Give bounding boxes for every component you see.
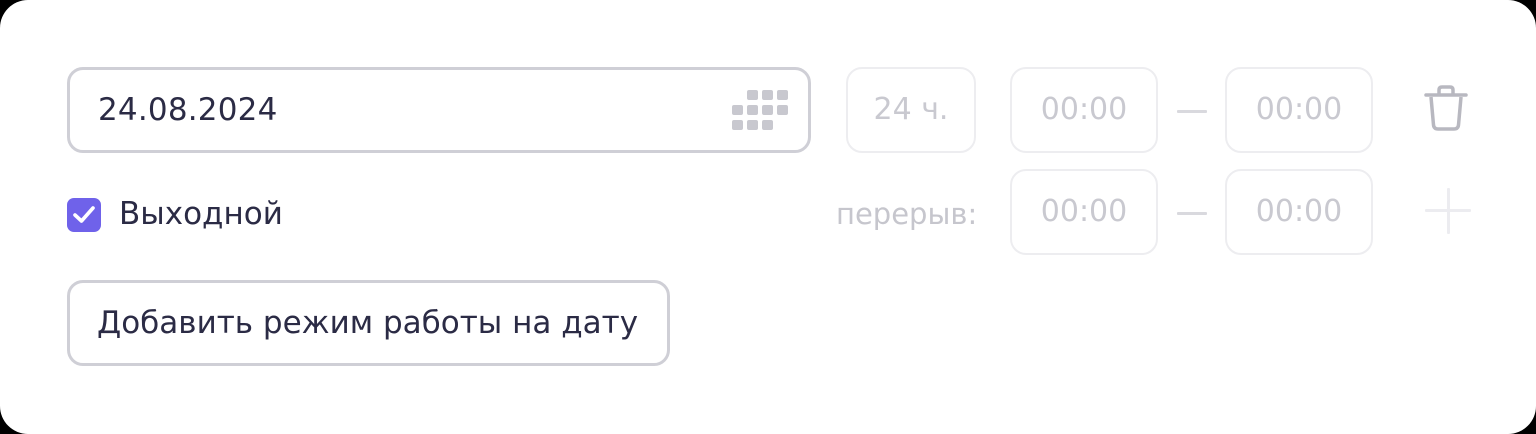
day-off-checkbox[interactable] (67, 198, 101, 232)
calendar-grid-icon[interactable] (732, 89, 788, 131)
open-time-input[interactable]: 00:00 (1010, 67, 1158, 153)
hours-value: 24 ч. (873, 92, 949, 127)
break-end-input[interactable]: 00:00 (1225, 169, 1373, 255)
break-range-dash (1177, 212, 1207, 215)
add-date-schedule-button[interactable]: Добавить режим работы на дату (67, 280, 670, 366)
time-range-dash (1177, 110, 1207, 113)
break-end-value: 00:00 (1255, 194, 1343, 229)
date-input[interactable]: 24.08.2024 (67, 67, 811, 153)
open-time-value: 00:00 (1040, 92, 1128, 127)
break-start-input[interactable]: 00:00 (1010, 169, 1158, 255)
close-time-input[interactable]: 00:00 (1225, 67, 1373, 153)
checkmark-icon (73, 206, 95, 223)
date-input-value: 24.08.2024 (98, 92, 278, 128)
hours-field: 24 ч. (846, 67, 976, 153)
trash-icon[interactable] (1422, 83, 1470, 133)
plus-icon[interactable] (1425, 188, 1473, 236)
day-off-label[interactable]: Выходной (119, 192, 283, 236)
break-label: перерыв: (836, 197, 978, 231)
date-schedule-card: 24.08.2024 24 ч. 00:00 00:00 Выходной пе… (0, 0, 1536, 434)
break-start-value: 00:00 (1040, 194, 1128, 229)
close-time-value: 00:00 (1255, 92, 1343, 127)
